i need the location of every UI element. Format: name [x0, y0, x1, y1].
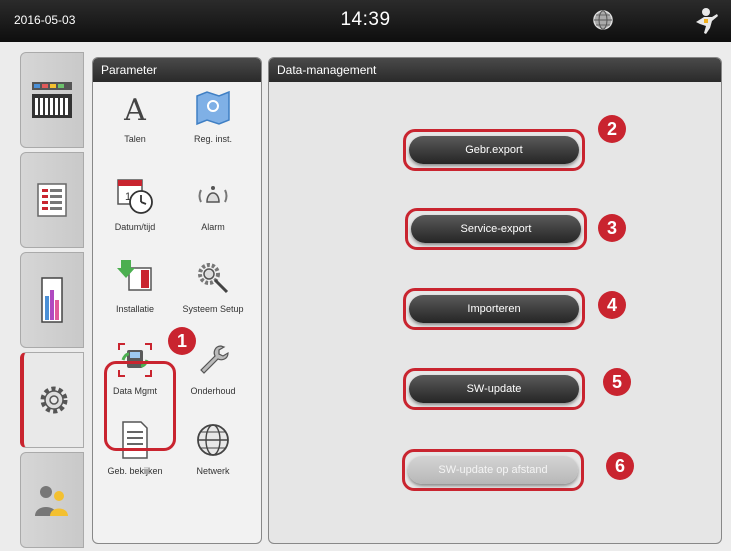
- parameter-panel: Parameter A Talen Reg. inst. 1 Datum/tij…: [92, 57, 262, 544]
- user-login-icon: [35, 486, 68, 516]
- installation-icon: [117, 260, 152, 291]
- globe-icon[interactable]: [591, 8, 615, 32]
- alarm-icon: [198, 186, 228, 203]
- param-item-label: Installatie: [115, 304, 155, 314]
- param-item-network[interactable]: Netwerk: [175, 420, 251, 477]
- letter-icon: A: [123, 93, 146, 128]
- highlight-import: [403, 288, 585, 330]
- network-icon: [197, 424, 229, 456]
- wrench-icon: [200, 345, 229, 374]
- param-item-label: Talen: [124, 134, 146, 144]
- callout-5: 5: [603, 368, 631, 396]
- param-item-datetime[interactable]: 1 Datum/tijd: [97, 176, 173, 233]
- tab-programs[interactable]: [20, 152, 84, 248]
- param-item-installation[interactable]: Installatie: [97, 258, 173, 315]
- status-time: 14:39: [340, 9, 391, 30]
- status-bar: 2016-05-03 14:39: [0, 0, 731, 42]
- parameter-panel-title: Parameter: [93, 58, 261, 82]
- tab-settings[interactable]: [20, 352, 84, 448]
- param-item-label: Netwerk: [196, 466, 230, 476]
- param-item-label: Onderhoud: [190, 386, 236, 396]
- param-item-region[interactable]: Reg. inst.: [175, 88, 251, 145]
- param-item-label: Datum/tijd: [114, 222, 156, 232]
- reagent-icon: [41, 277, 63, 323]
- callout-6: 6: [606, 452, 634, 480]
- highlight-service-export: [405, 208, 587, 250]
- highlight-user-export: [403, 129, 585, 171]
- param-item-alarm[interactable]: Alarm: [175, 176, 251, 233]
- param-item-label: Reg. inst.: [193, 134, 233, 144]
- svg-text:A: A: [123, 93, 146, 128]
- callout-3: 3: [598, 214, 626, 242]
- program-list-icon: [37, 183, 67, 217]
- tab-user[interactable]: [20, 452, 84, 548]
- callout-2: 2: [598, 115, 626, 143]
- tab-reagents[interactable]: [20, 252, 84, 348]
- param-item-label: Alarm: [201, 222, 225, 232]
- highlight-sw-update: [403, 368, 585, 410]
- calendar-clock-icon: 1: [117, 179, 153, 214]
- param-item-label: Systeem Setup: [182, 304, 244, 314]
- param-item-label: Geb. bekijken: [107, 466, 163, 476]
- system-setup-icon: [198, 263, 229, 294]
- param-item-languages[interactable]: A Talen: [97, 88, 173, 145]
- param-item-system-setup[interactable]: Systeem Setup: [175, 258, 251, 315]
- user-icon[interactable]: [690, 6, 720, 36]
- map-icon: [196, 90, 230, 126]
- data-management-title: Data-management: [269, 58, 721, 82]
- tab-stations[interactable]: [20, 52, 84, 148]
- highlight-data-mgmt: [104, 361, 176, 451]
- highlight-remote-sw-update: [402, 449, 584, 491]
- gear-icon: [40, 386, 67, 414]
- station-icon: [32, 82, 72, 118]
- callout-4: 4: [598, 291, 626, 319]
- callout-1: 1: [168, 327, 196, 355]
